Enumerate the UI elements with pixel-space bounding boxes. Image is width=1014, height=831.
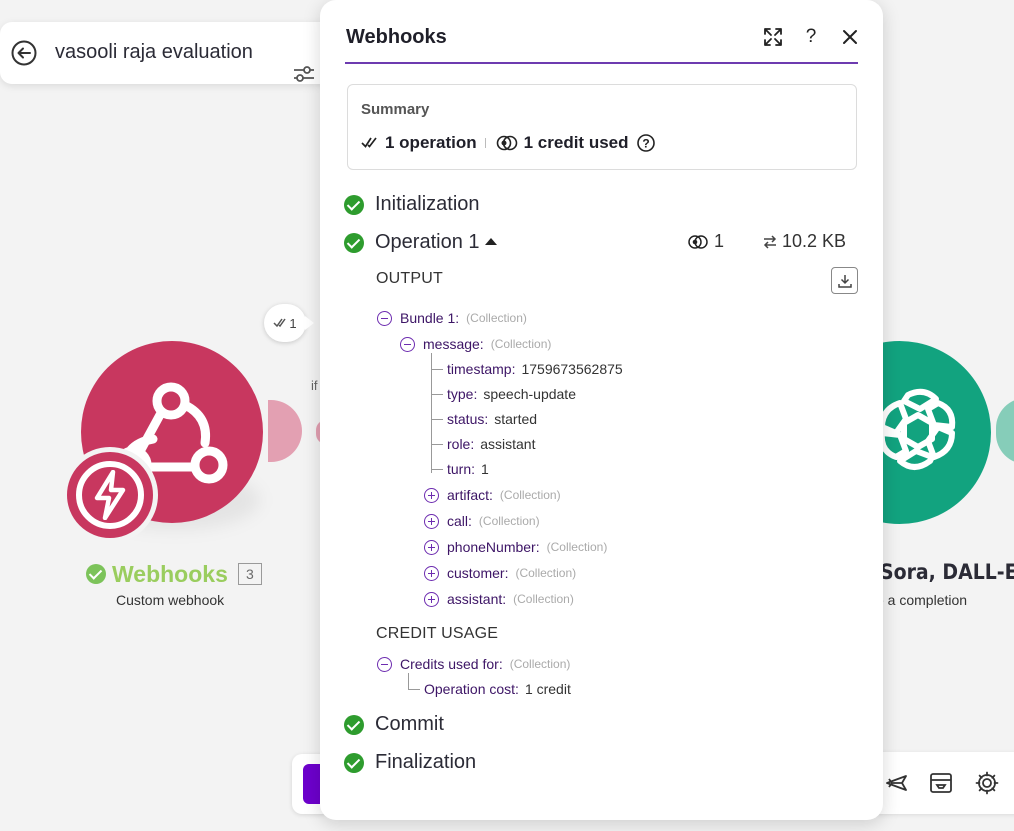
expand-icon[interactable] — [760, 24, 786, 50]
tree-guide — [431, 444, 443, 445]
tree-node-assistant[interactable]: assistant: (Collection) — [424, 591, 574, 607]
tree-field-timestamp[interactable]: timestamp: 1759673562875 — [447, 361, 623, 377]
module-name[interactable]: Sora, DALL-E, W — [880, 560, 1014, 584]
expand-toggle-icon[interactable] — [424, 591, 439, 607]
help-icon[interactable]: ? — [798, 24, 824, 50]
operation-credits: 1 — [688, 231, 724, 252]
sliders-icon[interactable] — [292, 65, 316, 85]
collapse-caret-icon[interactable] — [484, 238, 497, 245]
bottom-toolbar — [868, 752, 1014, 814]
expand-toggle-icon[interactable] — [424, 539, 439, 555]
operation-size: 10.2 KB — [762, 231, 846, 252]
layout-icon[interactable] — [928, 770, 954, 796]
double-check-icon — [361, 137, 377, 148]
operation-credits-value: 1 — [714, 231, 725, 251]
tree-node-phonenumber[interactable]: phoneNumber: (Collection) — [424, 539, 607, 555]
phase-label: Operation 1 — [375, 231, 480, 253]
openai-logo-icon — [878, 388, 956, 470]
double-check-icon — [273, 318, 286, 328]
divider — [484, 138, 486, 148]
module-name[interactable]: Webhooks — [112, 561, 228, 588]
tree-field-operation-cost[interactable]: Operation cost: 1 credit — [424, 681, 571, 697]
expand-toggle-icon[interactable] — [424, 565, 439, 581]
tree-node-call[interactable]: call: (Collection) — [424, 513, 540, 529]
success-check-icon — [344, 194, 364, 215]
tree-node-bundle[interactable]: Bundle 1: (Collection) — [377, 310, 527, 326]
tree-node-customer[interactable]: customer: (Collection) — [424, 565, 576, 581]
tree-field-turn[interactable]: turn: 1 — [447, 461, 489, 477]
module-subtitle: Custom webhook — [116, 592, 225, 608]
scenario-header: vasooli raja evaluation — [0, 22, 340, 84]
info-question-icon[interactable]: ? — [636, 133, 656, 153]
phase-initialization[interactable]: Initialization — [344, 193, 480, 216]
collapse-toggle-icon[interactable] — [377, 656, 392, 672]
summary-stats: 1 operation 1 credit used ? — [361, 133, 656, 153]
tree-guide — [431, 353, 432, 473]
tree-guide — [431, 419, 443, 420]
tree-field-role[interactable]: role: assistant — [447, 436, 535, 452]
credit-usage-section-label: CREDIT USAGE — [376, 625, 499, 642]
download-icon — [837, 274, 852, 288]
phase-label: Finalization — [375, 751, 477, 773]
credits-used: 1 credit used — [523, 133, 629, 152]
close-icon[interactable] — [837, 24, 863, 50]
phase-label: Commit — [375, 713, 444, 735]
tree-guide — [431, 469, 443, 470]
module-title: Webhooks 3 — [86, 560, 262, 588]
operations-count: 1 — [289, 315, 297, 331]
phase-operation[interactable]: Operation 1 — [344, 231, 497, 254]
transfer-icon — [763, 234, 777, 249]
success-check-icon — [86, 564, 106, 584]
instant-trigger-badge — [62, 447, 158, 543]
filter-label-fragment: if — [311, 378, 318, 393]
output-section-label: OUTPUT — [376, 270, 443, 287]
tree-guide — [408, 673, 409, 690]
phase-label: Initialization — [375, 193, 480, 215]
collapse-toggle-icon[interactable] — [377, 310, 392, 326]
tree-guide — [431, 394, 443, 395]
module-subtitle: e a completion — [876, 592, 968, 608]
tree-node-credits-used-for[interactable]: Credits used for: (Collection) — [377, 656, 570, 672]
panel-title: Webhooks — [346, 26, 447, 48]
operation-size-value: 10.2 KB — [782, 231, 847, 251]
panel-header: Webhooks ? — [345, 22, 858, 64]
download-output-button[interactable] — [831, 267, 858, 294]
operations-bubble[interactable]: 1 — [264, 304, 314, 342]
scenario-name[interactable]: vasooli raja evaluation — [55, 41, 253, 64]
summary-card: Summary 1 operation 1 credit used ? — [347, 84, 857, 170]
success-check-icon — [344, 752, 364, 773]
tree-node-message[interactable]: message: (Collection) — [400, 336, 551, 352]
execution-inspector-panel: Webhooks ? Summary 1 operation 1 credit … — [320, 0, 883, 820]
module-id-badge: 3 — [237, 563, 262, 585]
expand-toggle-icon[interactable] — [424, 513, 439, 529]
success-check-icon — [344, 714, 364, 735]
tree-node-artifact[interactable]: artifact: (Collection) — [424, 487, 561, 503]
tree-guide — [431, 369, 443, 370]
success-check-icon — [344, 232, 364, 253]
tree-field-status[interactable]: status: started — [447, 411, 537, 427]
phase-finalization[interactable]: Finalization — [344, 751, 476, 774]
expand-toggle-icon[interactable] — [424, 487, 439, 503]
collapse-toggle-icon[interactable] — [400, 336, 415, 352]
gear-icon[interactable] — [974, 770, 1000, 796]
tree-guide — [408, 689, 420, 690]
svg-text:?: ? — [642, 137, 649, 151]
operations-used: 1 operation — [385, 133, 477, 152]
lightning-icon — [94, 470, 126, 520]
airplane-icon[interactable] — [884, 770, 910, 796]
summary-label: Summary — [361, 101, 430, 118]
back-arrow-icon[interactable] — [10, 39, 38, 67]
credits-icon — [688, 234, 708, 249]
tree-field-type[interactable]: type: speech-update — [447, 386, 576, 402]
phase-commit[interactable]: Commit — [344, 713, 444, 736]
credits-icon — [496, 135, 517, 151]
